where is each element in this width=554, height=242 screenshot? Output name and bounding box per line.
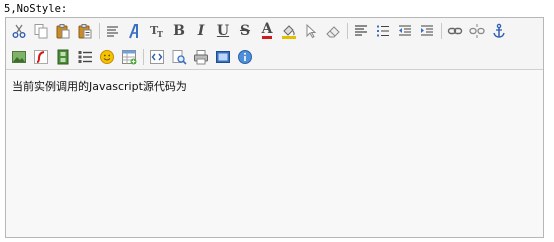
insert-image-button[interactable]	[10, 48, 28, 66]
italic-button[interactable]: I	[192, 22, 210, 40]
bold-button[interactable]: B	[170, 22, 188, 40]
indent-icon	[421, 25, 433, 36]
remove-format-button[interactable]	[324, 22, 342, 40]
preview-button[interactable]	[170, 48, 188, 66]
paint-bucket-icon	[282, 25, 296, 39]
align-button[interactable]	[352, 22, 370, 40]
document-magnifier-icon	[172, 50, 187, 65]
fullscreen-button[interactable]	[214, 48, 232, 66]
background-color-button[interactable]	[280, 22, 298, 40]
broken-link-icon	[469, 24, 485, 38]
toolbar-separator	[99, 23, 100, 39]
paste-button[interactable]	[54, 22, 72, 40]
printer-icon	[194, 50, 208, 65]
toolbar-row-1: T T B I U S A	[10, 21, 512, 41]
source-code-button[interactable]	[148, 48, 166, 66]
insert-table-button[interactable]	[120, 48, 138, 66]
rich-text-editor: T T B I U S A 当前实例调用的Javascript源代码为	[5, 17, 544, 238]
indent-button[interactable]	[418, 22, 436, 40]
film-strip-icon	[57, 49, 69, 65]
outdent-icon	[399, 25, 411, 36]
copy-icon	[34, 24, 48, 39]
list-button[interactable]	[374, 22, 392, 40]
unlink-button[interactable]	[468, 22, 486, 40]
emoticon-button[interactable]	[98, 48, 116, 66]
underline-icon: U	[216, 23, 230, 39]
italic-icon: I	[197, 23, 205, 39]
about-button[interactable]	[236, 48, 254, 66]
flash-icon	[34, 50, 48, 64]
smiley-icon	[100, 50, 114, 64]
align-left-icon	[355, 25, 367, 36]
bulleted-list-icon	[377, 25, 389, 37]
toolbar-separator	[347, 23, 348, 39]
outdent-button[interactable]	[396, 22, 414, 40]
font-size-button[interactable]: T T	[148, 22, 166, 40]
link-button[interactable]	[446, 22, 464, 40]
print-button[interactable]	[192, 48, 210, 66]
font-family-icon	[129, 24, 138, 39]
paragraph-icon	[107, 26, 118, 37]
paragraph-format-button[interactable]	[104, 22, 122, 40]
toolbar-separator	[441, 23, 442, 39]
strikethrough-button[interactable]: S	[236, 22, 254, 40]
bold-icon: B	[173, 23, 185, 39]
chain-link-icon	[447, 27, 463, 35]
anchor-icon	[493, 23, 505, 38]
anchor-button[interactable]	[490, 22, 508, 40]
cursor-arrow-icon	[306, 23, 317, 39]
editor-toolbar: T T B I U S A	[6, 18, 543, 70]
fullscreen-icon	[216, 51, 230, 63]
insert-table-list-button[interactable]	[76, 48, 94, 66]
example-caption: 5,NoStyle:	[4, 3, 68, 15]
clipboard-icon	[56, 24, 70, 39]
insert-media-button[interactable]	[54, 48, 72, 66]
copy-button[interactable]	[32, 22, 50, 40]
font-color-button[interactable]: A	[258, 22, 276, 40]
cut-button[interactable]	[10, 22, 28, 40]
image-icon	[12, 51, 26, 63]
svg-text:T: T	[157, 29, 163, 39]
font-color-icon: A	[261, 21, 273, 39]
scissors-icon	[12, 24, 26, 38]
eraser-icon	[326, 26, 340, 38]
strikethrough-icon: S	[239, 23, 251, 39]
source-code-icon	[150, 50, 164, 64]
editor-text: 当前实例调用的Javascript源代码为	[12, 80, 187, 93]
info-icon	[238, 50, 252, 64]
list-bullets-icon	[78, 51, 92, 63]
underline-button[interactable]: U	[214, 22, 232, 40]
insert-flash-button[interactable]	[32, 48, 50, 66]
paste-text-icon	[78, 24, 92, 39]
font-family-button[interactable]	[126, 22, 144, 40]
editor-content-area[interactable]: 当前实例调用的Javascript源代码为	[6, 70, 543, 237]
paste-text-button[interactable]	[76, 22, 94, 40]
select-button[interactable]	[302, 22, 320, 40]
font-size-icon: T T	[150, 24, 163, 39]
table-icon	[122, 50, 137, 65]
toolbar-separator	[143, 49, 144, 65]
toolbar-row-2	[10, 47, 258, 67]
